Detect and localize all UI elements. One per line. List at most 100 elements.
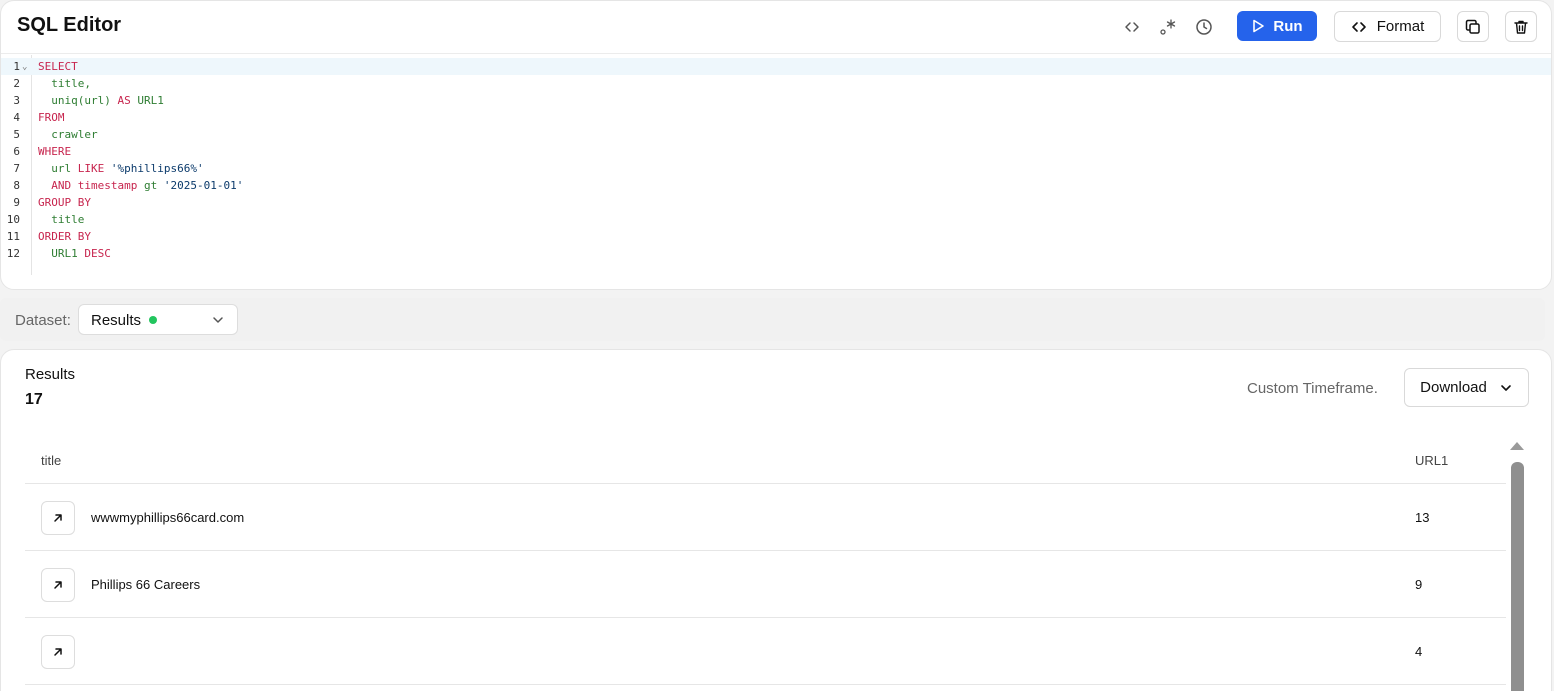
code-token: gt [137, 179, 164, 192]
code-text: title [38, 211, 84, 228]
sql-editor-page: SQL Editor Run Format 1 ⌄ SELECT 2 title… [0, 0, 1554, 691]
copy-icon [1465, 19, 1480, 34]
line-number: 7 [13, 162, 20, 175]
line-number: 2 [13, 77, 20, 90]
code-token: title, [38, 77, 91, 90]
results-panel: Results 17 Custom Timeframe. Download ti… [0, 349, 1552, 691]
code-text: GROUP BY [38, 194, 91, 211]
code-editor[interactable]: 1 ⌄ SELECT 2 title, 3 uniq(url) AS URL1 4 FROM… [1, 55, 1551, 289]
arrow-up-right-icon [54, 514, 62, 522]
code-token: WHERE [38, 145, 72, 158]
code-line[interactable]: 1 ⌄ SELECT [1, 58, 1551, 76]
dataset-bar: Dataset: Results [0, 298, 1545, 341]
line-number: 10 [6, 213, 20, 226]
editor-panel: SQL Editor Run Format 1 ⌄ SELECT 2 title… [0, 0, 1552, 290]
code-brackets-icon [1351, 21, 1366, 32]
code-line[interactable]: 2 title, [1, 75, 1551, 92]
code-token: AND timestamp [38, 179, 138, 192]
download-button-label: Download [1420, 379, 1487, 396]
line-number: 1 [13, 60, 20, 73]
code-text: uniq(url) AS URL1 [38, 92, 164, 109]
code-text: URL1 DESC [38, 245, 111, 262]
open-link-button[interactable] [41, 568, 75, 602]
results-count: 17 [25, 391, 43, 408]
clock-icon[interactable] [1193, 16, 1215, 38]
line-number: 3 [13, 94, 20, 107]
copy-button[interactable] [1457, 11, 1489, 42]
code-token: URL1 [38, 247, 85, 260]
code-line[interactable]: 6 WHERE [1, 143, 1551, 160]
code-line[interactable]: 8 AND timestamp gt '2025-01-01' [1, 177, 1551, 194]
code-text: crawler [38, 126, 98, 143]
arrow-up-right-icon [54, 648, 62, 656]
code-token: ORDER BY [38, 230, 91, 243]
results-label: Results [25, 366, 76, 383]
code-line[interactable]: 7 url LIKE '%phillips66%' [1, 160, 1551, 177]
download-button[interactable]: Download [1404, 368, 1529, 407]
line-number: 8 [13, 179, 20, 192]
code-text: WHERE [38, 143, 71, 160]
code-token: GROUP BY [38, 196, 91, 209]
regex-icon[interactable] [1157, 16, 1179, 38]
column-header-url1[interactable]: URL1 [1415, 453, 1448, 468]
line-number: 6 [13, 145, 20, 158]
page-title: SQL Editor [17, 14, 122, 36]
code-line[interactable]: 11 ORDER BY [1, 228, 1551, 245]
code-line[interactable]: 10 title [1, 211, 1551, 228]
status-dot [149, 316, 157, 324]
code-line[interactable]: 9 GROUP BY [1, 194, 1551, 211]
run-button[interactable]: Run [1237, 11, 1317, 41]
delete-button[interactable] [1505, 11, 1537, 42]
cell-url1: 4 [1415, 644, 1423, 659]
code-line[interactable]: 3 uniq(url) AS URL1 [1, 92, 1551, 109]
code-brackets-icon[interactable] [1121, 16, 1143, 38]
format-button[interactable]: Format [1334, 11, 1441, 42]
code-token: url [38, 162, 78, 175]
code-text: url LIKE '%phillips66%' [38, 160, 204, 177]
run-button-label: Run [1273, 17, 1303, 35]
trash-icon [1514, 20, 1528, 34]
line-number: 12 [6, 247, 20, 260]
code-text: SELECT [38, 58, 78, 75]
open-link-button[interactable] [41, 635, 75, 669]
chevron-down-icon [1501, 384, 1511, 391]
code-text: title, [38, 75, 91, 92]
open-link-button[interactable] [41, 501, 75, 535]
dataset-selected-value: Results [91, 312, 142, 329]
line-number: 11 [6, 230, 20, 243]
line-number: 4 [13, 111, 20, 124]
line-number: 9 [13, 196, 20, 209]
code-token: FROM [38, 111, 65, 124]
code-token: SELECT [38, 60, 78, 73]
code-text: ORDER BY [38, 228, 91, 245]
editor-header: SQL Editor Run Format [1, 1, 1551, 54]
dataset-select[interactable]: Results [78, 304, 238, 335]
code-line[interactable]: 4 FROM [1, 109, 1551, 126]
code-token: '2025-01-01' [163, 179, 244, 192]
cell-title: Phillips 66 Careers [91, 577, 201, 592]
code-text: AND timestamp gt '2025-01-01' [38, 177, 243, 194]
code-token: URL1 [130, 94, 164, 107]
code-token: title [38, 213, 85, 226]
code-token: AS [117, 94, 131, 107]
scroll-up-arrow[interactable] [1510, 442, 1524, 450]
code-line[interactable]: 12 URL1 DESC [1, 245, 1551, 262]
code-token: '%phillips66%' [104, 162, 204, 175]
line-number: 5 [13, 128, 20, 141]
format-button-label: Format [1376, 18, 1425, 35]
custom-timeframe-link[interactable]: Custom Timeframe. [1247, 380, 1378, 397]
cell-url1: 9 [1415, 577, 1423, 592]
fold-chevron-icon[interactable]: ⌄ [22, 59, 27, 76]
arrow-up-right-icon [54, 581, 62, 589]
column-header-title[interactable]: title [41, 453, 61, 468]
code-token: LIKE [77, 162, 105, 175]
table-row: wwwmyphillips66card.com 13 [25, 484, 1506, 551]
cell-url1: 13 [1415, 510, 1430, 525]
code-token: uniq(url) [38, 94, 118, 107]
cell-title: wwwmyphillips66card.com [91, 510, 245, 525]
scrollbar-thumb[interactable] [1511, 462, 1524, 691]
code-token: crawler [38, 128, 98, 141]
code-line[interactable]: 5 crawler [1, 126, 1551, 143]
chevron-down-icon [213, 317, 223, 323]
code-text: FROM [38, 109, 65, 126]
